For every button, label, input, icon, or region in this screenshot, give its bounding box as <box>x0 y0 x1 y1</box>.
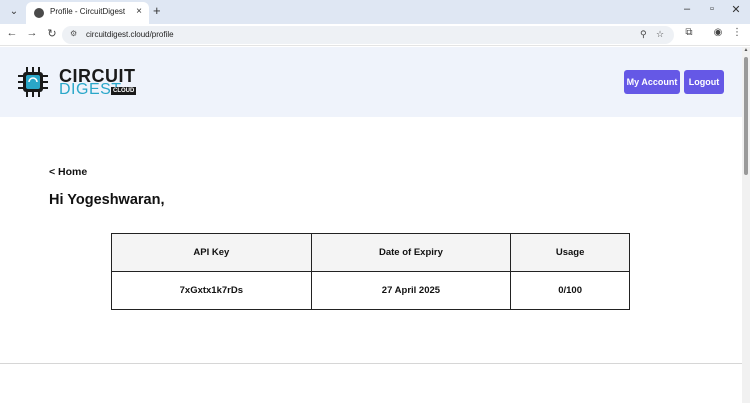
browser-menu-icon[interactable]: ⋮ <box>730 27 744 38</box>
expiry-date-value: 27 April 2025 <box>310 271 512 310</box>
site-header: CIRCUIT DIGEST CLOUD My Account Logout <box>0 47 742 117</box>
column-header-usage: Usage <box>510 233 630 272</box>
circuit-digest-logo[interactable]: CIRCUIT DIGEST CLOUD <box>17 66 142 100</box>
my-account-button[interactable]: My Account <box>624 70 680 94</box>
maximize-button[interactable]: ▫ <box>704 3 720 15</box>
scroll-up-arrow-icon[interactable]: ▲ <box>742 47 750 53</box>
close-window-button[interactable]: ✕ <box>728 3 744 16</box>
new-tab-button[interactable]: + <box>153 3 161 18</box>
column-header-date-of-expiry: Date of Expiry <box>310 233 512 272</box>
tab-close-icon[interactable]: × <box>136 6 142 17</box>
browser-tabstrip: ⌄ Profile - CircuitDigest × + – ▫ ✕ <box>0 0 750 24</box>
bookmark-star-icon[interactable]: ☆ <box>656 29 664 40</box>
api-key-value[interactable]: 7xGxtx1k7rDs <box>111 271 312 310</box>
favicon-icon <box>34 8 44 18</box>
tab-profile[interactable]: Profile - CircuitDigest × <box>26 2 149 24</box>
address-bar[interactable]: ⚙ circuitdigest.cloud/profile ⚲ ☆ <box>62 26 674 44</box>
browser-toolbar: ← → ↻ ⚙ circuitdigest.cloud/profile ⚲ ☆ … <box>0 24 750 46</box>
table-row: 7xGxtx1k7rDs 27 April 2025 0/100 <box>111 271 630 310</box>
usage-value: 0/100 <box>510 271 630 310</box>
chip-logo-icon <box>18 67 48 97</box>
page-content: CIRCUIT DIGEST CLOUD My Account Logout <… <box>0 47 742 403</box>
logout-button[interactable]: Logout <box>684 70 724 94</box>
forward-button[interactable]: → <box>25 27 39 39</box>
tab-title: Profile - CircuitDigest <box>50 7 126 16</box>
reload-button[interactable]: ↻ <box>45 27 59 40</box>
zoom-icon[interactable]: ⚲ <box>640 29 647 40</box>
logo-cloud-badge: CLOUD <box>111 87 137 95</box>
site-info-icon[interactable]: ⚙ <box>70 29 77 38</box>
url-text[interactable]: circuitdigest.cloud/profile <box>86 30 174 39</box>
api-key-table: API Key Date of Expiry Usage 7xGxtx1k7rD… <box>111 233 630 310</box>
greeting-heading: Hi Yogeshwaran, <box>49 192 165 208</box>
home-link[interactable]: < Home <box>49 166 87 178</box>
scrollbar-thumb[interactable] <box>744 57 748 175</box>
minimize-button[interactable]: – <box>679 3 695 15</box>
profile-icon[interactable]: ◉ <box>711 27 725 38</box>
table-header-row: API Key Date of Expiry Usage <box>111 233 630 272</box>
page-scrollbar[interactable]: ▲ <box>742 47 750 403</box>
back-button[interactable]: ← <box>5 27 19 39</box>
column-header-api-key: API Key <box>111 233 312 272</box>
extensions-icon[interactable]: ⧉ <box>682 27 696 38</box>
footer-divider <box>0 363 742 364</box>
tab-search-button[interactable]: ⌄ <box>6 4 22 20</box>
